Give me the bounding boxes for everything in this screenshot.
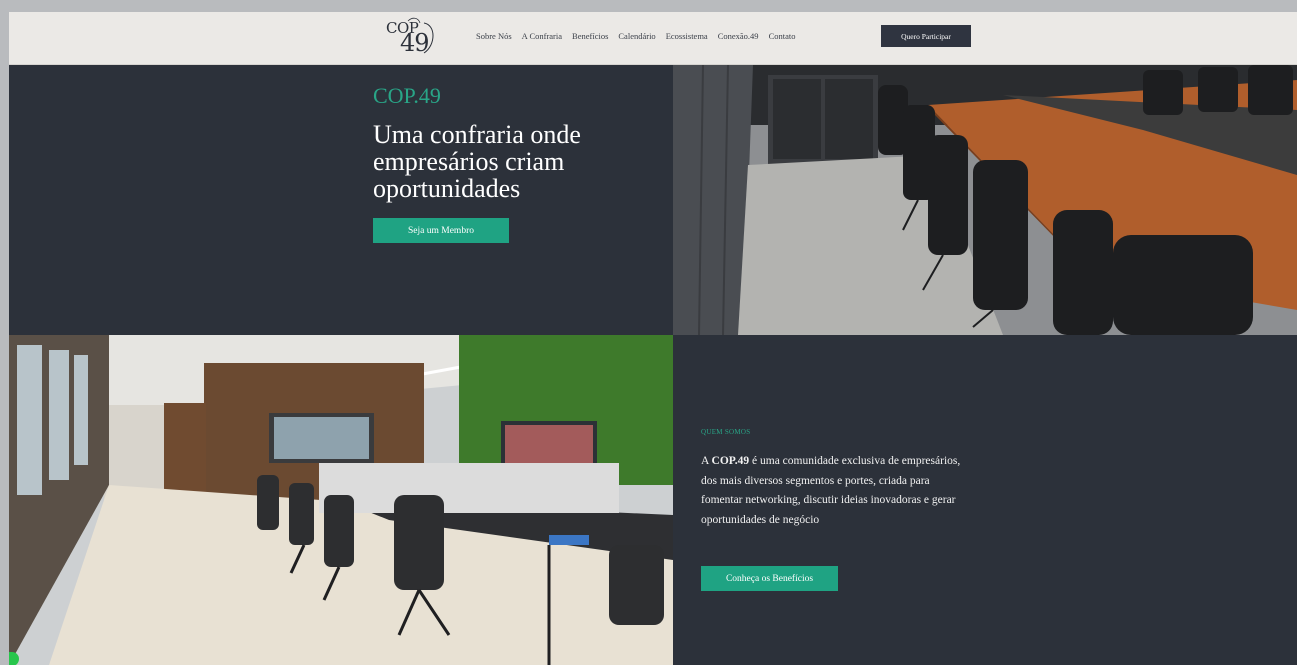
hero-brand: COP.49 <box>373 83 441 108</box>
nav-item-ecossistema[interactable]: Ecossistema <box>666 31 708 41</box>
hero-section: COP.49 Uma confraria onde empresários cr… <box>9 65 673 335</box>
seja-membro-button[interactable]: Seja um Membro <box>373 218 509 243</box>
about-section: QUEM SOMOS A COP.49 é uma comunidade exc… <box>673 335 1297 665</box>
logo-text-number: 49 <box>400 29 430 57</box>
main-menu: Sobre Nós A Confraria Benefícios Calendá… <box>476 31 805 41</box>
nav-item-calendario[interactable]: Calendário <box>618 31 655 41</box>
hero-title: Uma confraria onde empresários criam opo… <box>373 120 581 203</box>
nav-item-sobre-nos[interactable]: Sobre Nós <box>476 31 512 41</box>
top-navbar: COP 49 Sobre Nós A Confraria Benefícios … <box>9 12 1297 65</box>
boardroom-photo-icon <box>673 65 1297 335</box>
about-kicker: QUEM SOMOS <box>701 428 751 436</box>
nav-item-contato[interactable]: Contato <box>769 31 796 41</box>
boardroom-image <box>673 65 1297 335</box>
nav-item-a-confraria[interactable]: A Confraria <box>522 31 562 41</box>
cop49-logo[interactable]: COP 49 <box>384 15 442 61</box>
office-image <box>9 335 673 665</box>
about-text-brand: COP.49 <box>711 455 750 467</box>
nav-item-beneficios[interactable]: Benefícios <box>572 31 608 41</box>
quero-participar-button[interactable]: Quero Participar <box>881 25 971 47</box>
whatsapp-float-icon[interactable] <box>9 652 19 665</box>
conheca-beneficios-button[interactable]: Conheça os Benefícios <box>701 566 838 591</box>
page: COP 49 Sobre Nós A Confraria Benefícios … <box>9 12 1297 665</box>
office-photo-icon <box>9 335 673 665</box>
nav-item-conexao49[interactable]: Conexão.49 <box>718 31 759 41</box>
about-text-prefix: A <box>701 455 712 467</box>
about-description: A COP.49 é uma comunidade exclusiva de e… <box>701 452 963 530</box>
